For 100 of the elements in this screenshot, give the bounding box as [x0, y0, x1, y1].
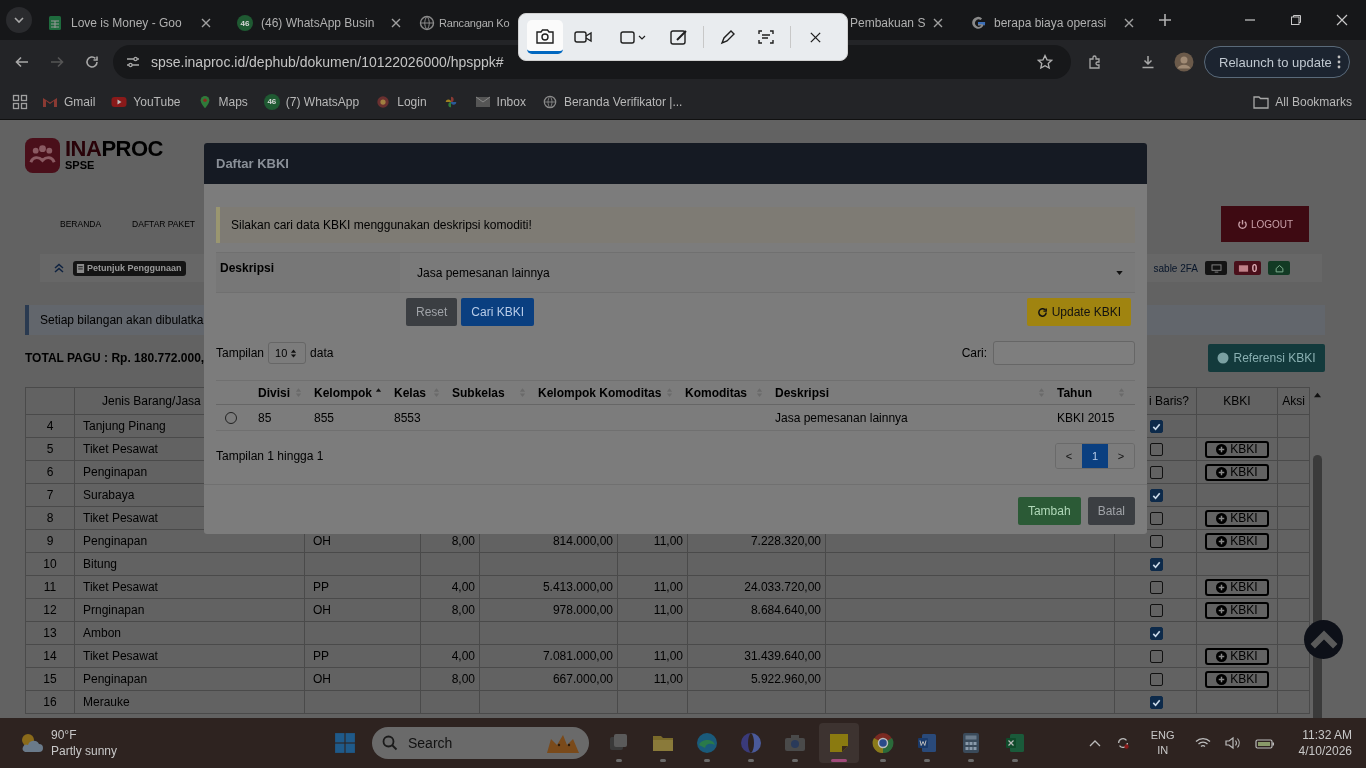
download-icon[interactable] — [1140, 54, 1156, 70]
bookmark-item[interactable]: 46 (7) WhatsApp — [263, 93, 360, 110]
collapse-icon[interactable] — [53, 262, 65, 274]
checkbox[interactable] — [1150, 442, 1163, 456]
relaunch-button[interactable]: Relaunch to update — [1204, 46, 1350, 78]
kbki-button[interactable]: KBKI — [1205, 440, 1269, 458]
back-icon[interactable] — [14, 54, 30, 70]
checkbox[interactable] — [1150, 419, 1163, 433]
column-header[interactable]: Komoditas — [679, 381, 769, 404]
kbki-button[interactable]: KBKI — [1205, 509, 1269, 527]
checkbox[interactable] — [1150, 511, 1163, 525]
chevron-up-icon[interactable] — [1088, 739, 1101, 747]
monitor-badge[interactable] — [1205, 261, 1227, 275]
browser-tab[interactable]: Love is Money - Goo — [35, 7, 221, 39]
search-box[interactable]: Search — [372, 727, 589, 759]
page-button[interactable]: 1 — [1082, 444, 1108, 468]
checkbox[interactable] — [1150, 649, 1163, 663]
table-cell: OH — [305, 668, 421, 691]
logo-text: INAPROC — [65, 138, 163, 160]
close-icon[interactable] — [391, 18, 401, 28]
new-tab-icon[interactable] — [1158, 13, 1172, 27]
inbox-badge[interactable]: 0 — [1234, 261, 1261, 275]
column-header[interactable]: Subkelas — [446, 381, 532, 404]
profile-avatar[interactable] — [1174, 52, 1194, 72]
update-button[interactable]: Update KBKI — [1026, 298, 1131, 326]
reload-icon[interactable] — [84, 54, 100, 70]
language-indicator[interactable]: ENG IN — [1150, 728, 1175, 758]
browser-tab[interactable]: berapa biaya operasi — [958, 7, 1144, 39]
two-factor-link[interactable]: sable 2FA — [1153, 262, 1198, 274]
browser-tab[interactable]: Rancangan Ko — [415, 7, 515, 39]
browser-tab[interactable]: Pembakuan S — [849, 7, 944, 39]
reference-button[interactable]: Referensi KBKI — [1208, 344, 1325, 372]
checkbox[interactable] — [1150, 534, 1163, 548]
checkbox[interactable] — [1150, 465, 1163, 479]
close-icon[interactable] — [201, 18, 211, 28]
column-header[interactable]: Kelompok — [308, 381, 388, 404]
bookmark-item[interactable]: Inbox — [474, 94, 526, 109]
tab-list-button[interactable] — [6, 7, 32, 33]
volume-icon[interactable] — [1224, 736, 1241, 750]
apps-grid-icon[interactable] — [12, 93, 28, 110]
row-number: 10 — [25, 553, 75, 576]
start-icon[interactable] — [334, 732, 356, 754]
checkbox[interactable] — [1150, 488, 1163, 502]
bookmark-item[interactable]: Maps — [196, 94, 248, 109]
close-icon[interactable] — [933, 18, 944, 28]
empty-cell — [618, 622, 688, 645]
column-header[interactable]: Deskripsi — [769, 381, 1051, 404]
add-button[interactable]: Tambah — [1017, 497, 1081, 525]
row-number: 4 — [25, 415, 75, 438]
bookmark-item[interactable]: Gmail — [42, 94, 96, 109]
nav-link[interactable]: BERANDA — [60, 219, 102, 229]
extensions-icon[interactable] — [1087, 54, 1103, 70]
bookmark-item[interactable]: YouTube — [111, 94, 181, 109]
browser-tab[interactable]: 46 (46) WhatsApp Busin — [225, 7, 411, 39]
checkbox[interactable] — [1150, 672, 1163, 686]
table-cell: 978.000,00 — [480, 599, 618, 622]
nav-link[interactable]: DAFTAR PAKET — [132, 219, 196, 229]
checkbox[interactable] — [1150, 626, 1163, 640]
kbki-button[interactable]: KBKI — [1205, 647, 1269, 665]
kbki-button[interactable]: KBKI — [1205, 601, 1269, 619]
row-number: 13 — [25, 622, 75, 645]
bookmark-star-icon[interactable] — [1037, 54, 1053, 70]
scroll-up-icon[interactable] — [1313, 391, 1322, 398]
table-cell: 5.922.960,00 — [688, 668, 826, 691]
bookmark-item[interactable]: Login — [375, 94, 427, 109]
scroll-to-top-button[interactable] — [1304, 620, 1343, 659]
home-badge[interactable] — [1268, 261, 1290, 275]
plus-circle-icon — [1216, 650, 1228, 662]
guide-badge[interactable]: Petunjuk Penggunaan — [73, 260, 186, 276]
row-number: 16 — [25, 691, 75, 714]
clock[interactable]: 11:32 AM 4/10/2026 — [1298, 727, 1352, 759]
close-icon[interactable] — [1336, 14, 1348, 26]
checkbox[interactable] — [1150, 557, 1163, 571]
cancel-button[interactable]: Batal — [1087, 497, 1135, 525]
page-size-select[interactable]: 10 — [268, 342, 307, 364]
column-header[interactable]: Kelompok Komoditas — [532, 381, 679, 404]
kbki-button[interactable]: KBKI — [1205, 463, 1269, 481]
kbki-button[interactable]: KBKI — [1205, 532, 1269, 550]
taskbar-app[interactable] — [819, 723, 859, 763]
close-icon[interactable] — [1124, 18, 1134, 28]
checkbox[interactable] — [1150, 603, 1163, 617]
checkbox[interactable] — [1150, 695, 1163, 709]
search-field[interactable] — [993, 341, 1135, 365]
wifi-icon[interactable] — [1194, 736, 1211, 750]
bookmark-item[interactable]: Beranda Verifikator |... — [541, 94, 683, 109]
search-button[interactable]: Cari KBKI — [461, 298, 535, 326]
table-cell: 8,00 — [421, 668, 480, 691]
reset-button[interactable]: Reset — [406, 298, 458, 326]
emblem-icon — [375, 94, 392, 109]
kbki-button[interactable]: KBKI — [1205, 578, 1269, 596]
logout-button[interactable]: LOGOUT — [1221, 206, 1309, 242]
kbki-button[interactable]: KBKI — [1205, 670, 1269, 688]
all-bookmarks-button[interactable]: All Bookmarks — [1253, 94, 1352, 109]
column-header[interactable]: Kelas — [388, 381, 446, 404]
capture-mode-button[interactable] — [527, 20, 563, 54]
restore-icon[interactable] — [1290, 14, 1302, 26]
checkbox[interactable] — [1150, 580, 1163, 594]
empty-cell — [1278, 691, 1310, 714]
battery-icon[interactable] — [1254, 737, 1275, 749]
site-info-icon[interactable] — [125, 54, 141, 70]
